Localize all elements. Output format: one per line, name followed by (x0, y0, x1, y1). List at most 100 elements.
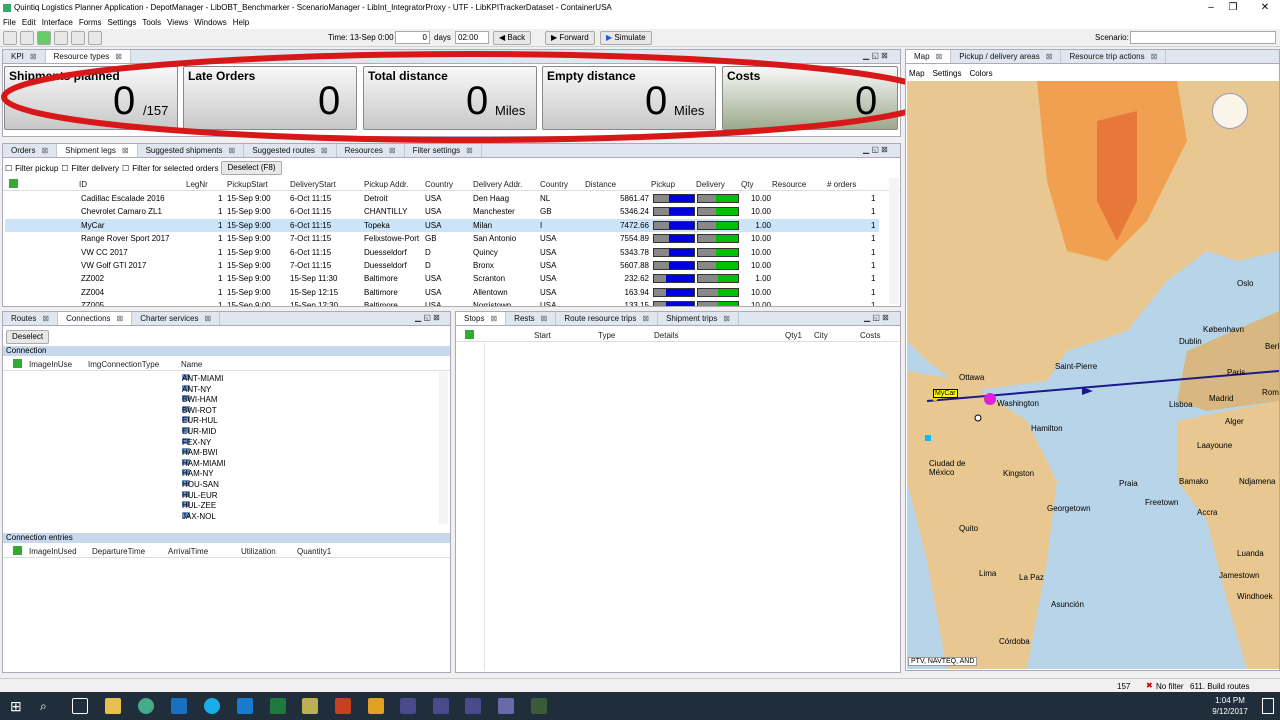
list-item[interactable]: ANT-NY (88, 384, 288, 396)
table-row[interactable]: Chevrolet Camaro ZL1 1 15-Sep 9:00 6-Oct 11… (5, 205, 879, 218)
scenario-select[interactable] (1130, 31, 1276, 44)
tab-suggested-shipments[interactable]: Suggested shipments ⊠ (138, 144, 245, 157)
tool-icon-2[interactable] (20, 30, 34, 45)
col-resource[interactable]: Resource (772, 180, 806, 189)
chrome-icon[interactable] (138, 698, 154, 714)
search-icon[interactable] (71, 30, 85, 45)
menu-tools[interactable]: Tools (139, 18, 164, 27)
col-delivery-addr[interactable]: Delivery Addr. (473, 180, 522, 189)
list-item[interactable]: HAM-MIAMI (88, 458, 288, 470)
col-imageinused[interactable]: ImageInUsed (29, 547, 77, 556)
tab-charter-services[interactable]: Charter services ⊠ (132, 312, 221, 325)
quintiq-icon[interactable] (400, 698, 416, 714)
list-item[interactable]: ANT-MIAMI (88, 374, 288, 385)
list-item[interactable]: FEX-NY (88, 437, 288, 449)
tab-stops[interactable]: Stops ⊠ (456, 312, 507, 325)
task-view-icon[interactable] (72, 698, 88, 714)
col-legnr[interactable]: LegNr (186, 180, 208, 189)
filter-selected-checkbox[interactable]: ☐ (122, 164, 129, 173)
col-utilization[interactable]: Utilization (241, 547, 276, 556)
tab-map[interactable]: Map ⊠ (906, 50, 952, 63)
list-item[interactable]: HAM-NY (88, 469, 288, 480)
quintiq-icon[interactable] (465, 698, 481, 714)
deselect-button[interactable]: Deselect (6, 330, 50, 344)
map-pan-control[interactable] (1212, 93, 1248, 129)
map-view[interactable]: MyCar Oslo København Dublin Berli Paris … (907, 81, 1279, 669)
connection-scrollbar[interactable] (439, 372, 448, 524)
filter-delivery-checkbox[interactable]: ☐ (61, 164, 68, 173)
menu-settings[interactable]: Settings (105, 18, 140, 27)
table-row[interactable]: VW CC 2017 1 15-Sep 9:00 6-Oct 11:15 Duessel… (5, 246, 879, 259)
col-arrivaltime[interactable]: ArrivalTime (168, 547, 208, 556)
tab-resources[interactable]: Resources ⊠ (337, 144, 405, 157)
col-qty[interactable]: Qty (741, 180, 753, 189)
tab-pickup-delivery-areas[interactable]: Pickup / delivery areas ⊠ (951, 50, 1062, 63)
tab-connections[interactable]: Connections ⊠ (58, 312, 133, 325)
tab-shipment-trips[interactable]: Shipment trips ⊠ (658, 312, 739, 325)
col-details[interactable]: Details (654, 331, 678, 340)
forward-button[interactable]: ▶ Forward (545, 31, 595, 45)
list-item[interactable]: BWI-ROT (88, 405, 288, 417)
col-pickup-addr[interactable]: Pickup Addr. (364, 180, 408, 189)
notification-icon[interactable] (1262, 698, 1274, 714)
app-icon[interactable] (302, 698, 318, 714)
menu-interface[interactable]: Interface (39, 18, 76, 27)
menu-help[interactable]: Help (230, 18, 252, 27)
col-imgconnectiontype[interactable]: ImgConnectionType (88, 360, 159, 369)
back-button[interactable]: ◀ Back (493, 31, 532, 45)
col-type[interactable]: Type (598, 331, 615, 340)
table-row[interactable]: ZZ005 1 15-Sep 9:00 15-Sep 12:30 Baltimore US… (5, 299, 879, 306)
tool-icon-4[interactable] (54, 30, 68, 45)
col-city[interactable]: City (814, 331, 828, 340)
col-qty1[interactable]: Qty1 (785, 331, 802, 340)
table-row[interactable]: VW Golf GTI 2017 1 15-Sep 9:00 7-Oct 11:15 D… (5, 259, 879, 272)
app-icon[interactable] (531, 698, 547, 714)
tab-resource-trip-actions[interactable]: Resource trip actions ⊠ (1061, 50, 1167, 63)
menu-forms[interactable]: Forms (76, 18, 105, 27)
pin-icon[interactable] (88, 30, 102, 45)
windows-start-icon[interactable]: ⊞ (10, 698, 26, 714)
table-row[interactable]: Range Rover Sport 2017 1 15-Sep 9:00 7-Oct … (5, 232, 879, 245)
tab-suggested-routes[interactable]: Suggested routes ⊠ (244, 144, 337, 157)
skype-icon[interactable] (204, 698, 220, 714)
deselect-f8-button[interactable]: Deselect (F8) (221, 161, 282, 175)
col-pickup[interactable]: Pickup (651, 180, 675, 189)
subtab-settings[interactable]: Settings (933, 69, 962, 78)
menu-file[interactable]: File (0, 18, 19, 27)
tab-orders[interactable]: Orders ⊠ (3, 144, 58, 157)
col-start[interactable]: Start (534, 331, 551, 340)
filter-pickup-checkbox[interactable]: ☐ (5, 164, 12, 173)
powerpoint-icon[interactable] (335, 698, 351, 714)
tab-filter-settings[interactable]: Filter settings ⊠ (405, 144, 482, 157)
panel-controls[interactable]: ▁ ◱ ⊠ (864, 313, 889, 322)
list-item[interactable]: EUR-MID (88, 427, 288, 438)
col-orders[interactable]: # orders (827, 180, 856, 189)
subtab-map[interactable]: Map (909, 69, 925, 78)
col-imageinuse[interactable]: ImageInUse (29, 360, 72, 369)
table-row[interactable]: Cadillac Escalade 2016 1 15-Sep 9:00 6-Oct … (5, 192, 879, 205)
col-id[interactable]: ID (79, 180, 87, 189)
table-row[interactable]: ZZ004 1 15-Sep 9:00 15-Sep 12:15 Baltimore US… (5, 286, 879, 299)
quintiq-icon[interactable] (433, 698, 449, 714)
col-costs[interactable]: Costs (860, 331, 880, 340)
list-item[interactable]: HOU-SAN (88, 480, 288, 491)
search-icon[interactable]: ⌕ (40, 698, 56, 714)
list-item[interactable]: EUR-HUL (88, 416, 288, 427)
list-item[interactable]: HUL-EUR (88, 490, 288, 502)
outlook-icon[interactable] (171, 698, 187, 714)
list-item[interactable]: HAM-BWI (88, 448, 288, 459)
col-deliverystart[interactable]: DeliveryStart (290, 180, 336, 189)
list-item[interactable]: HUL-ZEE (88, 501, 288, 512)
simulate-button[interactable]: ▶ Simulate (600, 31, 652, 45)
maximize-button[interactable]: ❐ (1218, 0, 1248, 15)
days-input[interactable]: 0 (395, 31, 430, 44)
col-pickupstart[interactable]: PickupStart (227, 180, 268, 189)
panel-controls[interactable]: ▁ ◱ ⊠ (415, 313, 440, 322)
subtab-colors[interactable]: Colors (969, 69, 992, 78)
col-delivery[interactable]: Delivery (696, 180, 725, 189)
vlc-icon[interactable] (368, 698, 384, 714)
col-distance[interactable]: Distance (585, 180, 616, 189)
tool-icon-1[interactable] (3, 30, 17, 45)
table-row[interactable]: MyCar 1 15-Sep 9:00 6-Oct 11:15 Topeka USA Mil… (5, 218, 879, 233)
menu-views[interactable]: Views (164, 18, 191, 27)
